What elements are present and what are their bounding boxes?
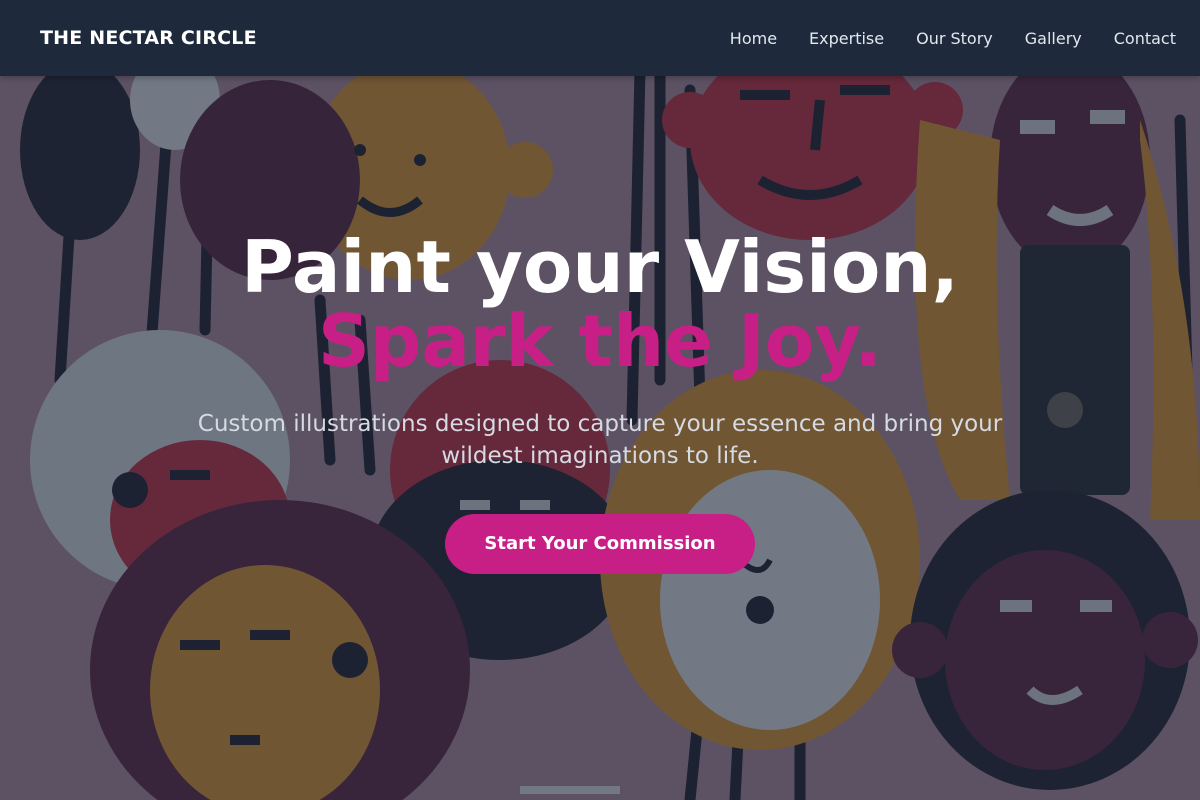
hero-subtitle: Custom illustrations designed to capture… [197,411,1003,469]
hero-content: Paint your Vision, Spark the Joy. Custom… [0,230,1200,574]
brand-logo[interactable]: THE NECTAR CIRCLE [40,27,257,49]
hero-headline-line1: Paint your Vision, [241,225,959,309]
top-navbar: THE NECTAR CIRCLE Home Expertise Our Sto… [0,0,1200,76]
nav-link-home[interactable]: Home [730,29,777,48]
hero-headline: Paint your Vision, Spark the Joy. [0,230,1200,378]
nav-link-gallery[interactable]: Gallery [1025,29,1082,48]
nav-link-our-story[interactable]: Our Story [916,29,993,48]
start-commission-button[interactable]: Start Your Commission [445,514,755,574]
hero-headline-line2: Spark the Joy. [318,299,882,383]
nav-link-contact[interactable]: Contact [1114,29,1176,48]
nav-link-expertise[interactable]: Expertise [809,29,884,48]
nav-links: Home Expertise Our Story Gallery Contact [730,29,1176,48]
